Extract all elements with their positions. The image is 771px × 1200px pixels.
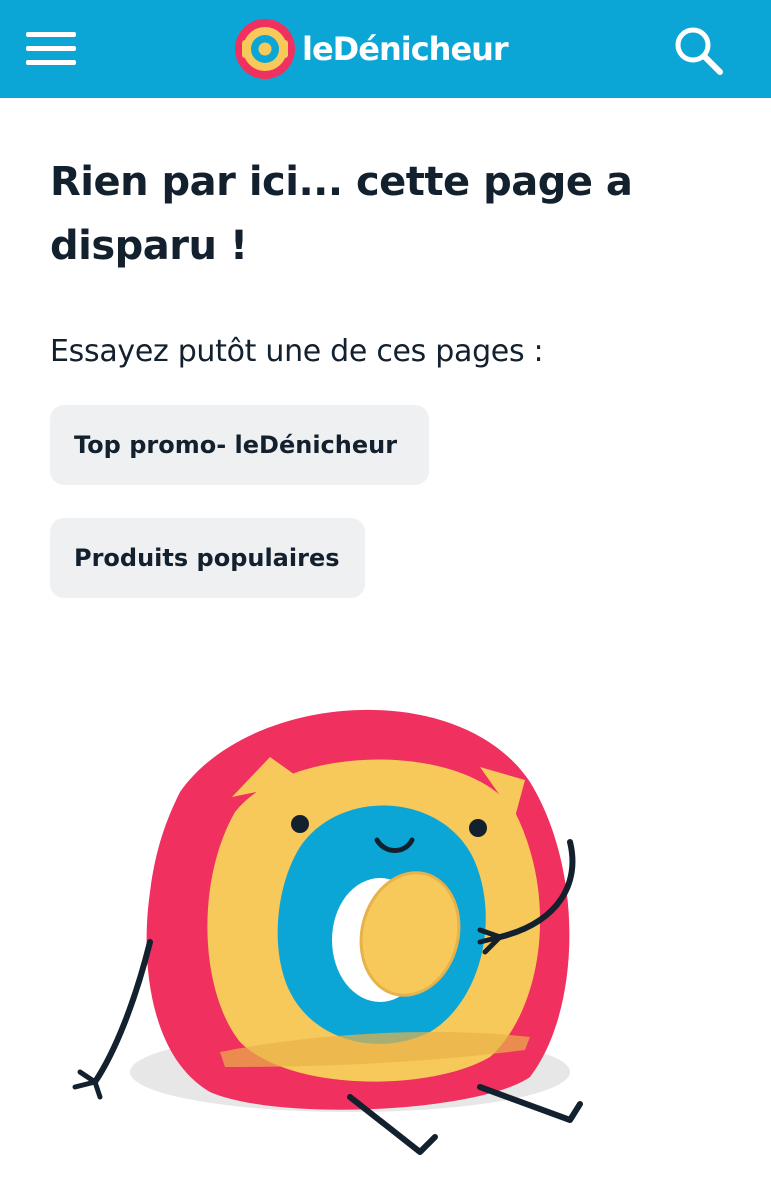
mascot-holding-coin-illustration [72,709,583,1155]
search-icon [675,27,723,75]
suggestion-text: Essayez putôt une de ces pages : [50,334,544,369]
hamburger-menu-button[interactable] [26,30,76,68]
link-top-promo[interactable]: Top promo- leDénicheur [50,405,429,485]
hamburger-menu-icon-line [26,32,76,37]
mascot-eye-left [291,815,309,833]
mascot-eye-right [469,819,487,837]
logo-wordmark: leDénicheur [302,30,509,68]
site-logo[interactable]: leDénicheur [234,18,509,80]
hamburger-menu-icon-line [26,60,76,65]
page-title: Rien par ici... cette page a disparu ! [50,159,633,269]
link-popular-products[interactable]: Produits populaires [50,518,365,598]
search-button[interactable] [672,24,724,76]
top-navigation-bar: leDénicheur [0,0,771,98]
hamburger-menu-icon-line [26,46,76,51]
logo-mark-icon [235,19,295,79]
